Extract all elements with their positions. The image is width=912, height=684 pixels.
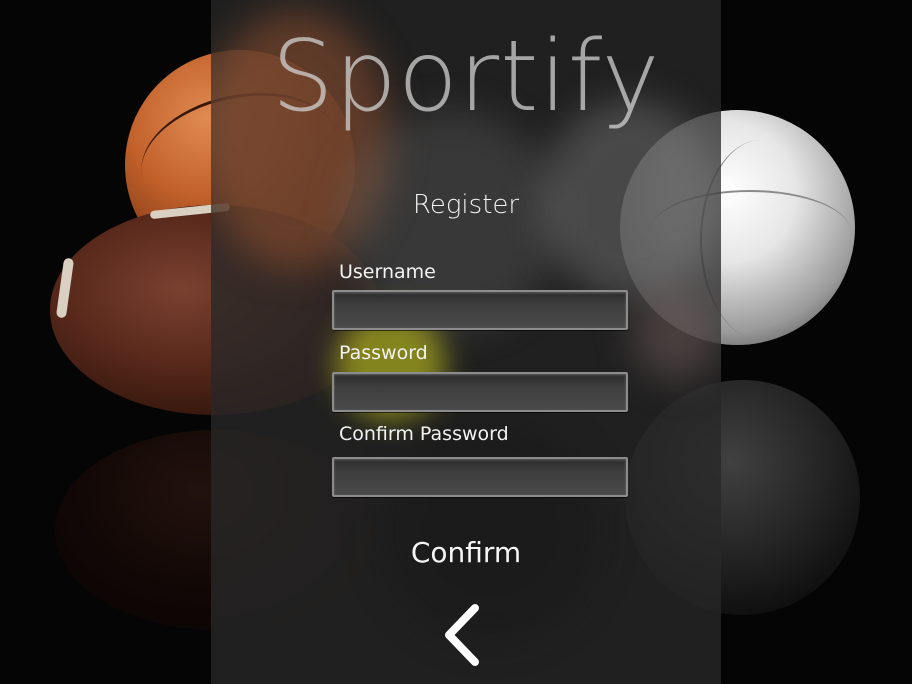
app-title: Sportify <box>271 20 661 134</box>
confirm-password-label: Confirm Password <box>339 423 509 445</box>
register-panel: Sportify Register Username Password Conf… <box>211 0 721 684</box>
password-input[interactable] <box>332 372 628 412</box>
username-input[interactable] <box>332 290 628 330</box>
confirm-button[interactable]: Confirm <box>211 536 721 569</box>
form-heading: Register <box>412 190 520 220</box>
username-label: Username <box>339 261 436 283</box>
confirm-password-input[interactable] <box>332 457 628 497</box>
back-button[interactable] <box>439 602 499 668</box>
blurred-background <box>631 290 721 380</box>
password-label: Password <box>339 342 428 364</box>
chevron-left-icon <box>445 604 479 666</box>
